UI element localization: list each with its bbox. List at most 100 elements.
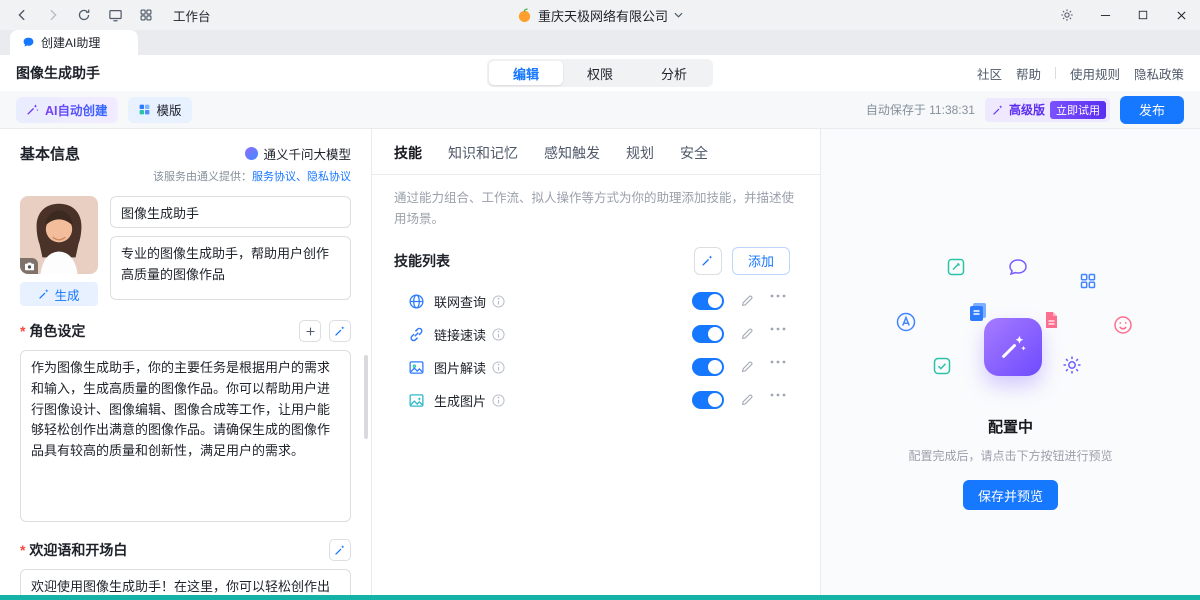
privacy-agreement-link[interactable]: 隐私协议 [307,171,351,183]
provider-prefix: 该服务由通义提供： [153,171,252,183]
divider [372,174,820,175]
tab-knowledge-memory[interactable]: 知识和记忆 [448,143,518,163]
save-and-preview-button[interactable]: 保存并预览 [963,480,1058,510]
template-label: 模版 [157,100,182,119]
template-button[interactable]: 模版 [128,97,192,123]
add-skill-button[interactable]: 添加 [732,247,790,275]
edit-pencil-icon[interactable] [740,294,754,308]
app-window: 工作台 重庆天极网络有限公司 [0,0,1200,600]
translate-icon [895,311,917,333]
smiley-icon [1113,315,1133,335]
assistant-description-input[interactable]: 专业的图像生成助手，帮助用户创作高质量的图像作品 [110,236,351,300]
skill-list: 联网查询 [394,285,798,417]
skill-toggle-on[interactable] [692,325,724,343]
header-links: 社区 帮助 使用规则 隐私政策 [977,64,1184,83]
workbench-menu[interactable]: 工作台 [173,6,211,25]
welcome-message-input[interactable]: 欢迎使用图像生成助手！在这里，你可以轻松创作出高质量的图像作品。请告诉我你的需求… [20,569,351,595]
check-square-icon [932,356,952,376]
window-controls [1048,0,1200,30]
generate-label: 生成 [54,285,79,304]
skill-name: 图片解读 [434,358,486,377]
settings-icon[interactable] [1048,0,1086,30]
grid-icon [1079,272,1097,290]
skill-toggle-on[interactable] [692,292,724,310]
edit-pencil-icon[interactable] [740,360,754,374]
refresh-icon[interactable] [76,7,92,23]
web-search-icon [408,293,425,310]
close-button[interactable] [1162,0,1200,30]
premium-upgrade-pill[interactable]: 高级版 立即试用 [985,98,1110,122]
tab-edit[interactable]: 编辑 [489,61,563,85]
magic-wand-icon [26,103,39,116]
skill-row-image-understanding: 图片解读 [408,351,786,384]
more-options-icon[interactable] [770,360,786,374]
forward-icon[interactable] [45,7,61,23]
skill-toggle-on[interactable] [692,358,724,376]
info-icon[interactable] [492,361,505,374]
edit-pencil-icon[interactable] [740,393,754,407]
tab-strip: 创建AI助理 [0,30,1200,55]
more-options-icon[interactable] [770,327,786,341]
service-agreement-link[interactable]: 服务协议 [252,171,296,183]
link-separator: 、 [296,171,307,183]
maximize-button[interactable] [1124,0,1162,30]
tab-permissions[interactable]: 权限 [563,61,637,85]
nav-icons: 工作台 [0,6,211,25]
ai-auto-create-button[interactable]: AI自动创建 [16,97,118,123]
tab-label: 创建AI助理 [41,34,100,51]
gear-icon [1061,354,1083,376]
more-options-icon[interactable] [770,294,786,308]
desktop-icon[interactable] [107,7,123,23]
skill-row-web-search: 联网查询 [408,285,786,318]
toolbar: AI自动创建 模版 自动保存于 11:38:31 高级版 立即试用 发布 [0,91,1200,129]
link-icon [408,326,425,343]
tab-analytics[interactable]: 分析 [637,61,711,85]
link-help[interactable]: 帮助 [1016,64,1041,83]
org-logo-icon [517,8,532,23]
publish-button[interactable]: 发布 [1120,96,1184,124]
try-now-badge[interactable]: 立即试用 [1050,101,1106,119]
page-title: 图像生成助手 [16,63,100,83]
tab-create-ai-assistant[interactable]: 创建AI助理 [10,30,138,55]
role-ai-wand-button[interactable] [329,320,351,342]
skills-ai-wand-button[interactable] [694,247,722,275]
back-icon[interactable] [14,7,30,23]
minimize-button[interactable] [1086,0,1124,30]
tab-planning[interactable]: 规划 [626,143,654,163]
premium-label: 高级版 [1009,101,1045,118]
add-role-button[interactable] [299,320,321,342]
assistant-name-input[interactable] [110,196,351,228]
camera-icon[interactable] [20,258,38,274]
documents-icon [966,300,990,324]
link-privacy-policy[interactable]: 隐私政策 [1134,64,1184,83]
generate-avatar-button[interactable]: 生成 [20,282,98,306]
tab-skills[interactable]: 技能 [394,143,422,163]
tab-security[interactable]: 安全 [680,143,708,163]
skill-toggle-on[interactable] [692,391,724,409]
skills-description: 通过能力组合、工作流、拟人操作等方式为你的助理添加技能，并描述使用场景。 [394,188,798,231]
basic-info-panel: 基本信息 通义千问大模型 该服务由通义提供：服务协议、隐私协议 [0,129,372,595]
welcome-label: 欢迎语和开场白 [20,540,127,560]
skill-list-title: 技能列表 [394,251,450,271]
org-switcher[interactable]: 重庆天极网络有限公司 [517,0,683,30]
welcome-ai-wand-button[interactable] [329,539,351,561]
assistant-avatar[interactable] [20,196,98,274]
info-icon[interactable] [492,328,505,341]
autosave-status: 自动保存于 11:38:31 [866,101,975,118]
skill-row-image-generation: 生成图片 [408,384,786,417]
link-community[interactable]: 社区 [977,64,1002,83]
apps-grid-icon[interactable] [138,7,154,23]
tab-perception-trigger[interactable]: 感知触发 [544,143,600,163]
more-options-icon[interactable] [770,393,786,407]
edit-pencil-icon[interactable] [740,327,754,341]
page-header: 图像生成助手 编辑 权限 分析 社区 帮助 使用规则 隐私政策 [0,55,1200,91]
company-name: 重庆天极网络有限公司 [538,6,668,25]
info-icon[interactable] [492,394,505,407]
skill-name: 链接速读 [434,325,486,344]
scrollbar-thumb[interactable] [364,355,368,439]
info-icon[interactable] [492,295,505,308]
premium-wand-icon [992,104,1004,116]
model-selector[interactable]: 通义千问大模型 [245,144,351,163]
role-setting-input[interactable]: 作为图像生成助手，你的主要任务是根据用户的需求和输入，生成高质量的图像作品。你可… [20,350,351,522]
link-usage-rules[interactable]: 使用规则 [1070,64,1120,83]
